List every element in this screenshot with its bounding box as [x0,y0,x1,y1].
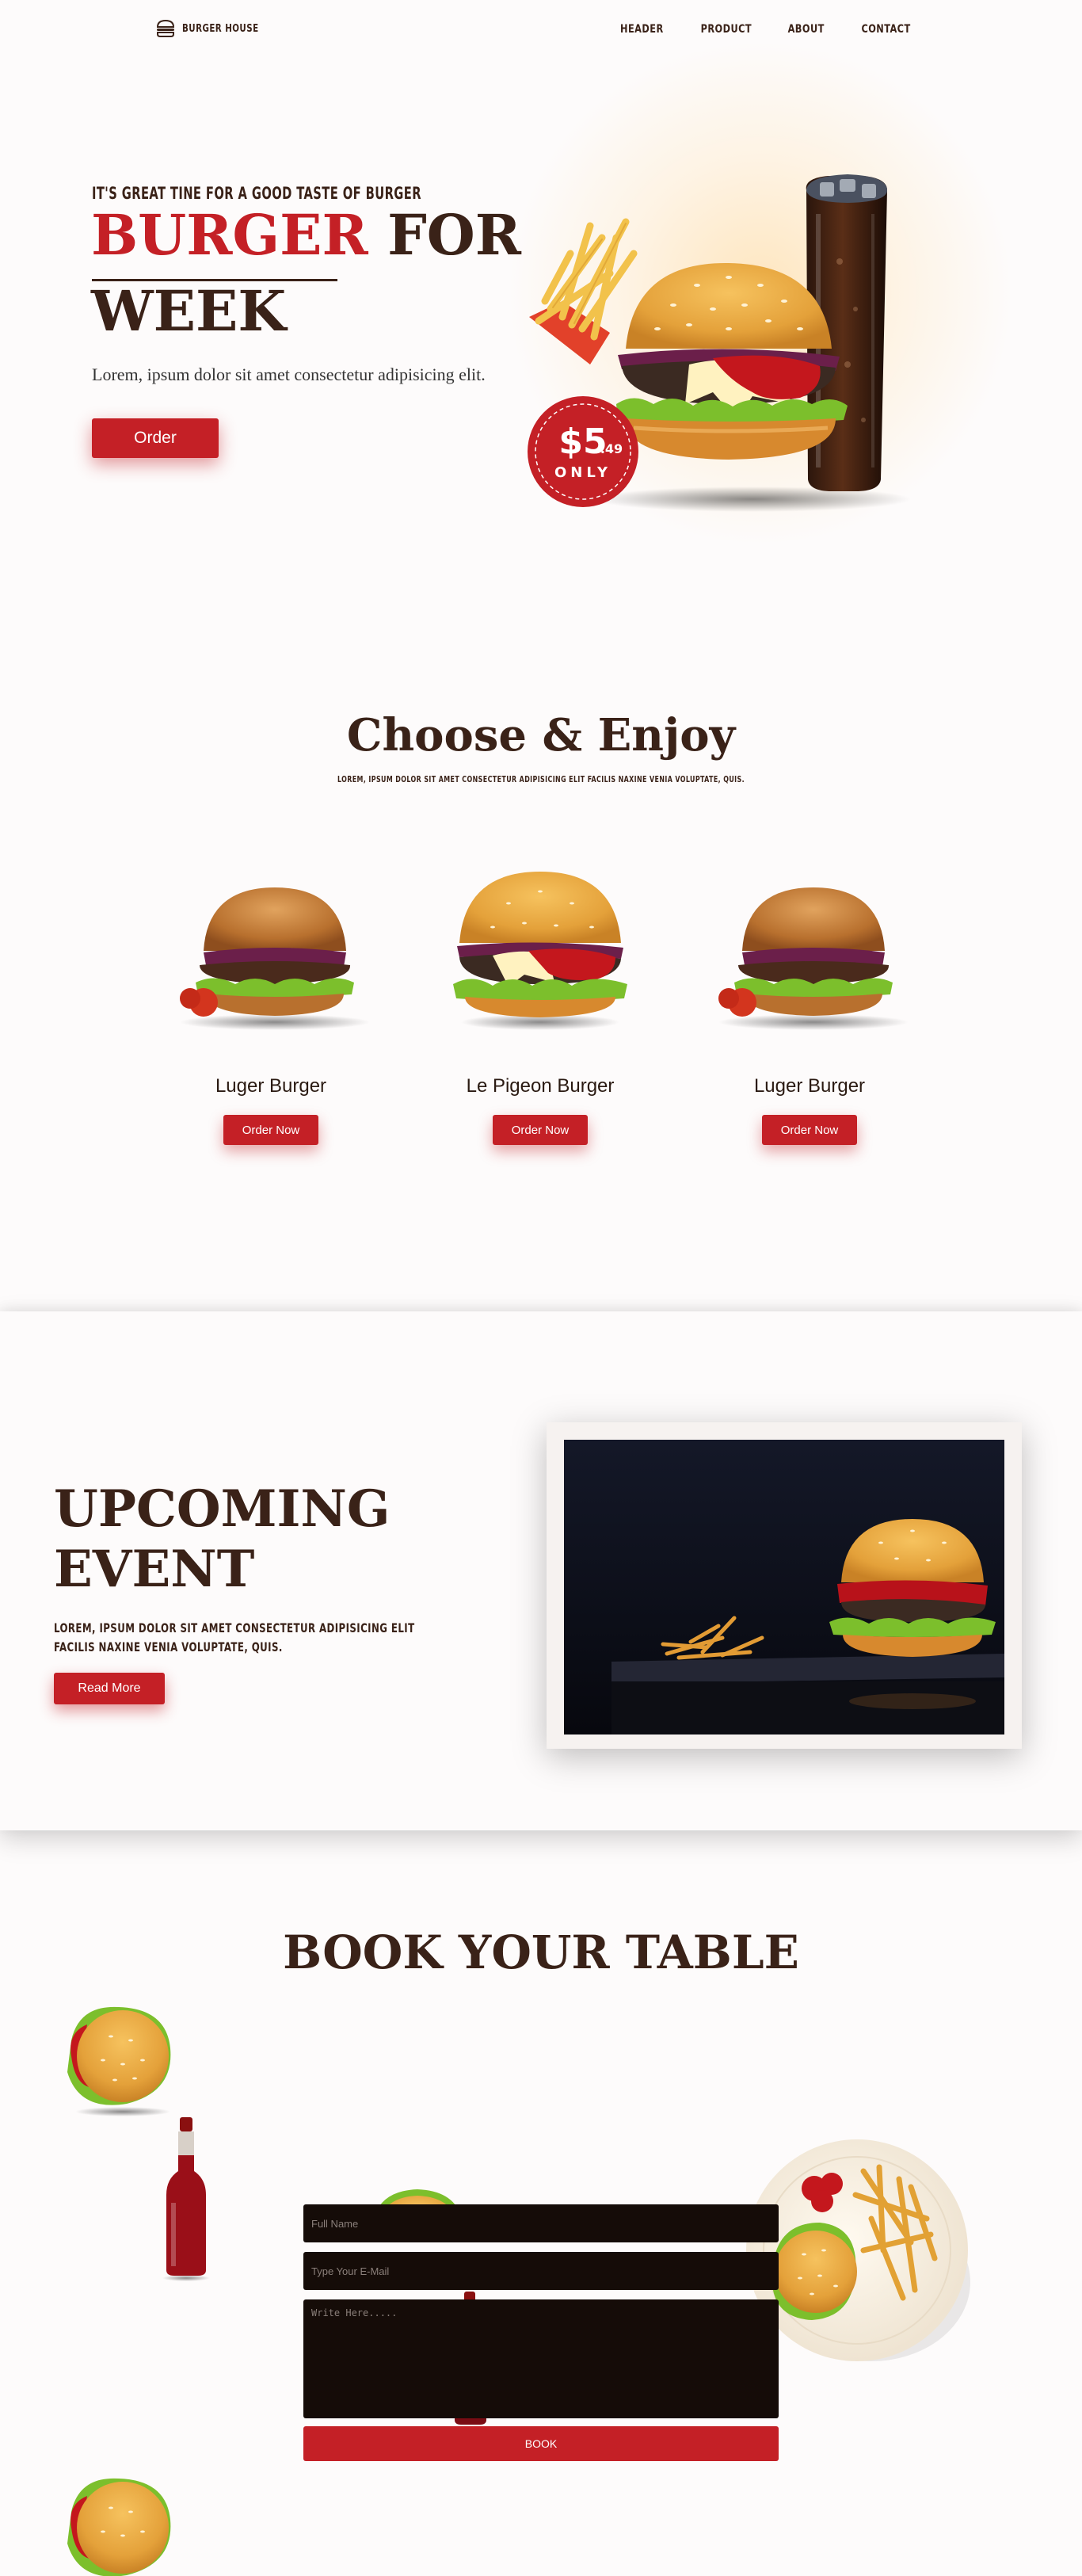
message-textarea[interactable] [303,2299,779,2418]
product-name: Luger Burger [215,1075,327,1097]
event-title-line1: UPCOMING [54,1479,391,1539]
nav-link-contact[interactable]: CONTACT [861,23,910,36]
product-name: Le Pigeon Burger [466,1075,615,1097]
price-badge: $5 .49 ONLY [528,396,638,507]
logo[interactable]: BURGER HOUSE [155,19,269,38]
event-burger-photo [564,1440,1004,1735]
order-now-button[interactable]: Order Now [223,1115,318,1145]
navbar: BURGER HOUSE HEADER PRODUCT ABOUT CONTAC… [0,0,1082,60]
price-cents: .49 [600,441,623,456]
event-image-frame [547,1422,1022,1749]
hero-title-rest: FOR [387,202,521,268]
plate-burger-fries-icon [746,2139,970,2361]
event-title: UPCOMING EVENT [54,1479,391,1600]
product-name: Luger Burger [753,1075,866,1097]
nav-link-header[interactable]: HEADER [620,23,664,36]
hot-sauce-bottle-icon [162,2117,210,2281]
event-description: LOREM, IPSUM DOLOR SIT AMET CONSECTETUR … [54,1620,415,1654]
choose-subtitle: LOREM, IPSUM DOLOR SIT AMET CONSECTETUR … [337,774,745,784]
book-button[interactable]: BOOK [303,2426,779,2461]
booking-form: BOOK [303,2204,779,2461]
product-card: Luger Burger Order Now [707,864,912,1145]
book-title: BOOK YOUR TABLE [283,1925,799,1979]
price-note: ONLY [554,464,611,481]
event-section: UPCOMING EVENT LOREM, IPSUM DOLOR SIT AM… [0,1311,1082,1830]
product-card: Le Pigeon Burger Order Now [437,864,643,1145]
order-button[interactable]: Order [92,418,219,458]
burger-icon [453,872,627,1030]
fries-icon [529,218,638,364]
hero-burger-combo-image: $5 .49 ONLY [528,174,911,512]
bottom-burger-icon [67,2478,171,2576]
hero-subtitle: IT'S GREAT TINE FOR A GOOD TASTE OF BURG… [92,184,421,203]
top-burger-icon [67,2006,171,2116]
logo-text: BURGER HOUSE [182,22,259,35]
read-more-button[interactable]: Read More [54,1673,165,1704]
hero-title: BURGER FOR [91,208,521,263]
email-input[interactable] [303,2252,779,2290]
event-title-line2: EVENT [54,1540,255,1599]
burger-icon [718,887,909,1030]
burger-icon [180,887,370,1030]
hero-title-line2: WEEK [91,278,287,344]
nav-link-about[interactable]: ABOUT [788,23,825,36]
hero-description: Lorem, ipsum dolor sit amet consectetur … [92,364,486,384]
order-now-button[interactable]: Order Now [493,1115,588,1145]
choose-title: Choose & Enjoy [346,709,736,761]
nav-link-product[interactable]: PRODUCT [701,23,752,36]
full-name-input[interactable] [303,2204,779,2242]
order-now-button[interactable]: Order Now [762,1115,857,1145]
burger-logo-icon [156,19,175,37]
product-card: Luger Burger Order Now [168,864,374,1145]
hero-title-highlight: BURGER [91,202,368,268]
